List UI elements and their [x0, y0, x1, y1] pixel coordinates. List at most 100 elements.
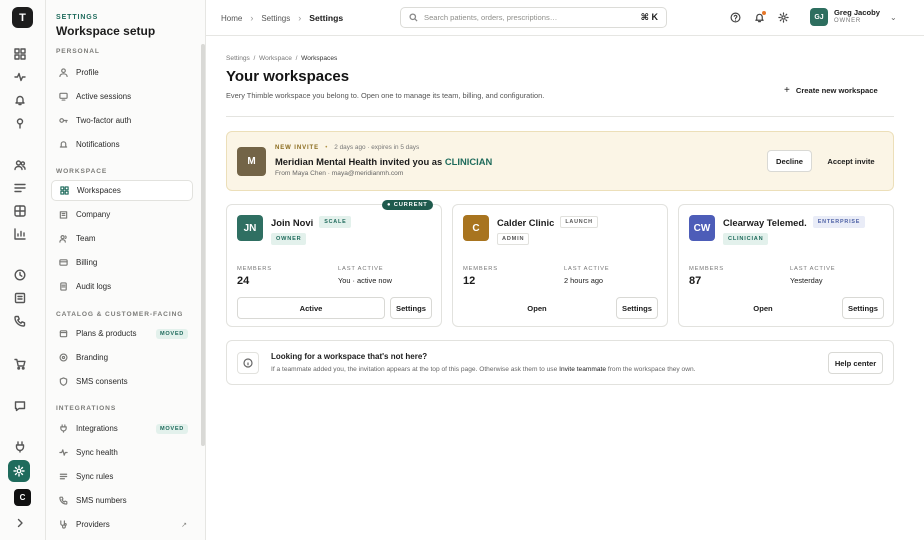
page-subtitle: Every Thimble workspace you belong to. O… [226, 91, 545, 100]
sidebar-item-team[interactable]: Team [51, 228, 193, 249]
last-active-label: LAST ACTIVE [564, 266, 610, 272]
workspace-switcher-badge[interactable]: C [14, 489, 31, 506]
search-shortcut: ⌘ K [640, 12, 658, 22]
invite-teammate-link[interactable]: Invite teammate [559, 366, 606, 373]
sidebar-item-plans-products[interactable]: Plans & products MOVED [51, 323, 193, 344]
help-icon[interactable] [729, 11, 742, 24]
members-label: MEMBERS [689, 266, 724, 272]
chat-icon[interactable] [13, 399, 27, 413]
avatar: GJ [810, 8, 828, 26]
stethoscope-icon [60, 520, 67, 529]
last-active-label: LAST ACTIVE [790, 266, 836, 272]
workspace-settings-button[interactable]: Settings [842, 297, 884, 319]
sidebar-item-billing[interactable]: Billing [51, 252, 193, 273]
settings-gear-icon[interactable] [777, 11, 790, 24]
last-active-label: LAST ACTIVE [338, 266, 384, 272]
sidebar-item-providers[interactable]: Providers ↗ [51, 514, 193, 535]
page-breadcrumb-workspace[interactable]: Workspace [259, 55, 292, 62]
sidebar-item-active-sessions[interactable]: Active sessions [51, 86, 193, 107]
workspace-name: Clearway Telemed. [723, 216, 807, 228]
current-badge: ● CURRENT [382, 200, 433, 210]
page-breadcrumb-current: Workspaces [301, 55, 338, 62]
workspace-avatar: JN [237, 215, 263, 241]
expand-chevron-icon[interactable] [13, 516, 27, 530]
app-logo[interactable]: T [12, 7, 33, 28]
user-menu[interactable]: GJ Greg Jacoby OWNER ⌄ [810, 8, 897, 26]
sidebar-scrollbar[interactable] [201, 44, 205, 446]
help-center-button[interactable]: Help center [828, 352, 883, 374]
breadcrumb-settings[interactable]: Settings [261, 14, 290, 23]
plus-icon: + [784, 85, 790, 96]
sidebar-item-two-factor[interactable]: Two-factor auth [51, 110, 193, 131]
role-badge: OWNER [271, 233, 307, 245]
workspace-avatar: CW [689, 215, 715, 241]
search-placeholder: Search patients, orders, prescriptions… [424, 13, 558, 22]
palette-icon [59, 353, 68, 362]
workspace-settings-button[interactable]: Settings [390, 297, 432, 319]
invite-meta: 2 days ago · expires in 5 days [334, 144, 420, 151]
sidebar-item-integrations[interactable]: Integrations MOVED [51, 418, 193, 439]
breadcrumb-current: Settings [309, 13, 344, 23]
chevron-down-icon: ⌄ [890, 12, 897, 22]
phone-icon[interactable] [13, 314, 27, 328]
cart-icon[interactable] [13, 357, 27, 371]
workspace-settings-button[interactable]: Settings [616, 297, 658, 319]
create-workspace-button[interactable]: + Create new workspace [784, 85, 878, 96]
page-breadcrumb: Settings / Workspace / Workspaces [226, 55, 337, 62]
last-active-value: Yesterday [790, 276, 823, 285]
page-title: Your workspaces [226, 68, 350, 85]
open-button[interactable]: Open [463, 297, 611, 319]
sidebar-item-company[interactable]: Company [51, 204, 193, 225]
notifications-bell-icon[interactable] [753, 11, 766, 24]
clock-icon[interactable] [13, 268, 27, 282]
decline-button[interactable]: Decline [767, 150, 812, 172]
grid-icon [60, 186, 69, 195]
sidebar-item-audit-logs[interactable]: Audit logs [51, 276, 193, 297]
active-button[interactable]: Active [237, 297, 385, 319]
list-icon[interactable] [13, 181, 27, 195]
sidebar-item-sms-numbers[interactable]: SMS numbers [51, 490, 193, 511]
plug-icon [60, 424, 67, 433]
user-name: Greg Jacoby [834, 8, 881, 17]
sidebar-item-notifications[interactable]: Notifications [51, 134, 193, 155]
role-badge: CLINICIAN [723, 233, 769, 245]
person-icon [59, 68, 68, 77]
sidebar-eyebrow: SETTINGS [56, 14, 99, 21]
invite-eyebrow: NEW INVITE • 2 days ago · expires in 5 d… [275, 144, 419, 151]
plug-icon[interactable] [13, 440, 27, 454]
sidebar-item-sync-rules[interactable]: Sync rules [51, 466, 193, 487]
invite-role: CLINICIAN [444, 156, 493, 167]
page-breadcrumb-settings[interactable]: Settings [226, 55, 250, 62]
open-button[interactable]: Open [689, 297, 837, 319]
key-icon [59, 118, 68, 123]
invite-title: Meridian Mental Health invited you as CL… [275, 156, 493, 167]
workspace-name: Calder Clinic [497, 216, 555, 228]
bell-icon[interactable] [13, 93, 27, 107]
breadcrumb-home[interactable]: Home [221, 14, 242, 23]
members-count: 24 [237, 275, 250, 287]
search-input[interactable]: Search patients, orders, prescriptions… … [400, 7, 667, 28]
members-label: MEMBERS [463, 266, 498, 272]
search-icon [409, 13, 418, 22]
last-active-value: You · active now [338, 276, 392, 285]
activity-icon[interactable] [13, 70, 27, 84]
users-icon[interactable] [13, 158, 27, 172]
sidebar-item-branding[interactable]: Branding [51, 347, 193, 368]
invite-label: NEW INVITE [275, 145, 320, 151]
app-rail: T C [0, 0, 46, 540]
moved-badge: MOVED [155, 328, 188, 339]
accept-invite-button[interactable]: Accept invite [819, 150, 883, 172]
rules-icon [59, 473, 68, 480]
pin-icon[interactable] [13, 116, 27, 130]
document-icon[interactable] [13, 291, 27, 305]
sidebar-item-profile[interactable]: Profile [51, 62, 193, 83]
grid-icon[interactable] [13, 204, 27, 218]
settings-gear-icon[interactable] [8, 460, 30, 482]
plan-badge: SCALE [319, 216, 352, 228]
sidebar-item-sms-consents[interactable]: SMS consents [51, 371, 193, 392]
card-icon [59, 259, 68, 266]
sidebar-item-workspaces[interactable]: Workspaces [51, 180, 193, 201]
sidebar-item-sync-health[interactable]: Sync health [51, 442, 193, 463]
chart-icon[interactable] [13, 227, 27, 241]
dashboard-icon[interactable] [13, 47, 27, 61]
